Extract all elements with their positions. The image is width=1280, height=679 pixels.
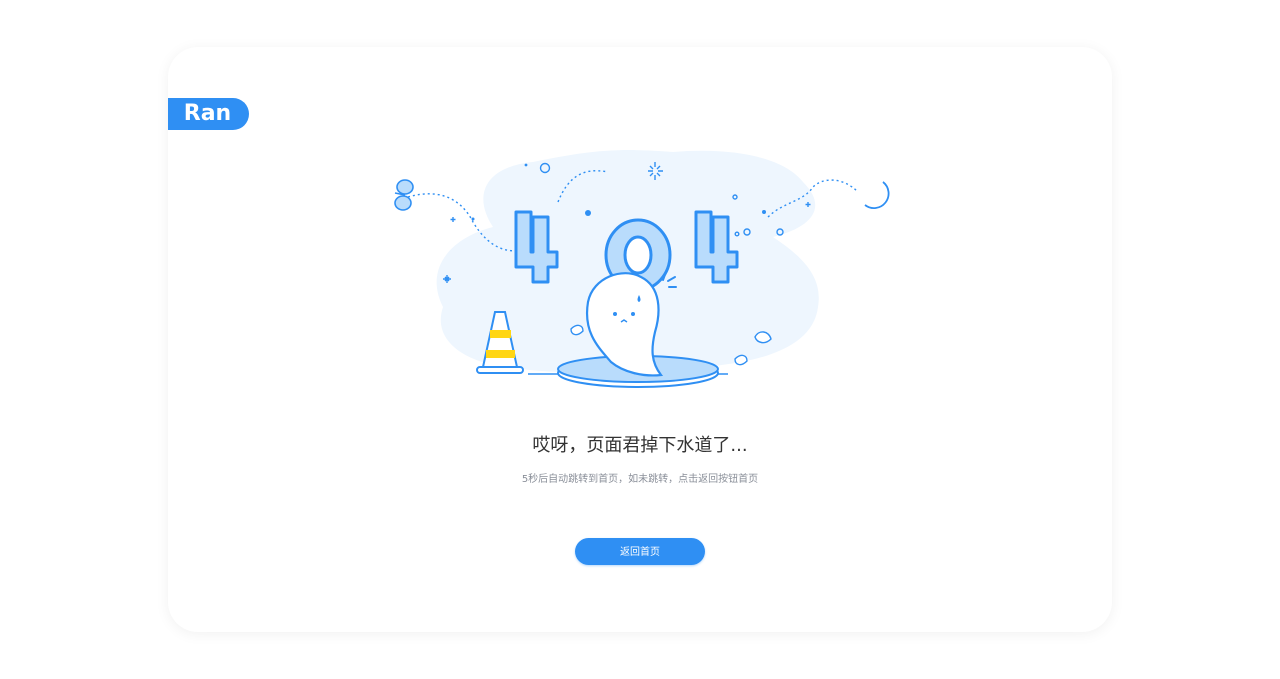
butterfly-icon bbox=[394, 179, 414, 211]
back-home-button[interactable]: 返回首页 bbox=[575, 538, 705, 565]
moon-icon bbox=[864, 181, 890, 209]
error-subtitle: 5秒后自动跳转到首页，如未跳转，点击返回按钮首页 bbox=[521, 474, 759, 485]
brand-logo[interactable]: Ran bbox=[168, 98, 249, 130]
error-card: Ran 哎呀，页面君掉下水道了... 5秒后自动跳转到首页，如未跳转，点击返回按… bbox=[168, 47, 1112, 632]
404-illustration bbox=[394, 150, 890, 388]
error-title: 哎呀，页面君掉下水道了... bbox=[532, 435, 748, 456]
